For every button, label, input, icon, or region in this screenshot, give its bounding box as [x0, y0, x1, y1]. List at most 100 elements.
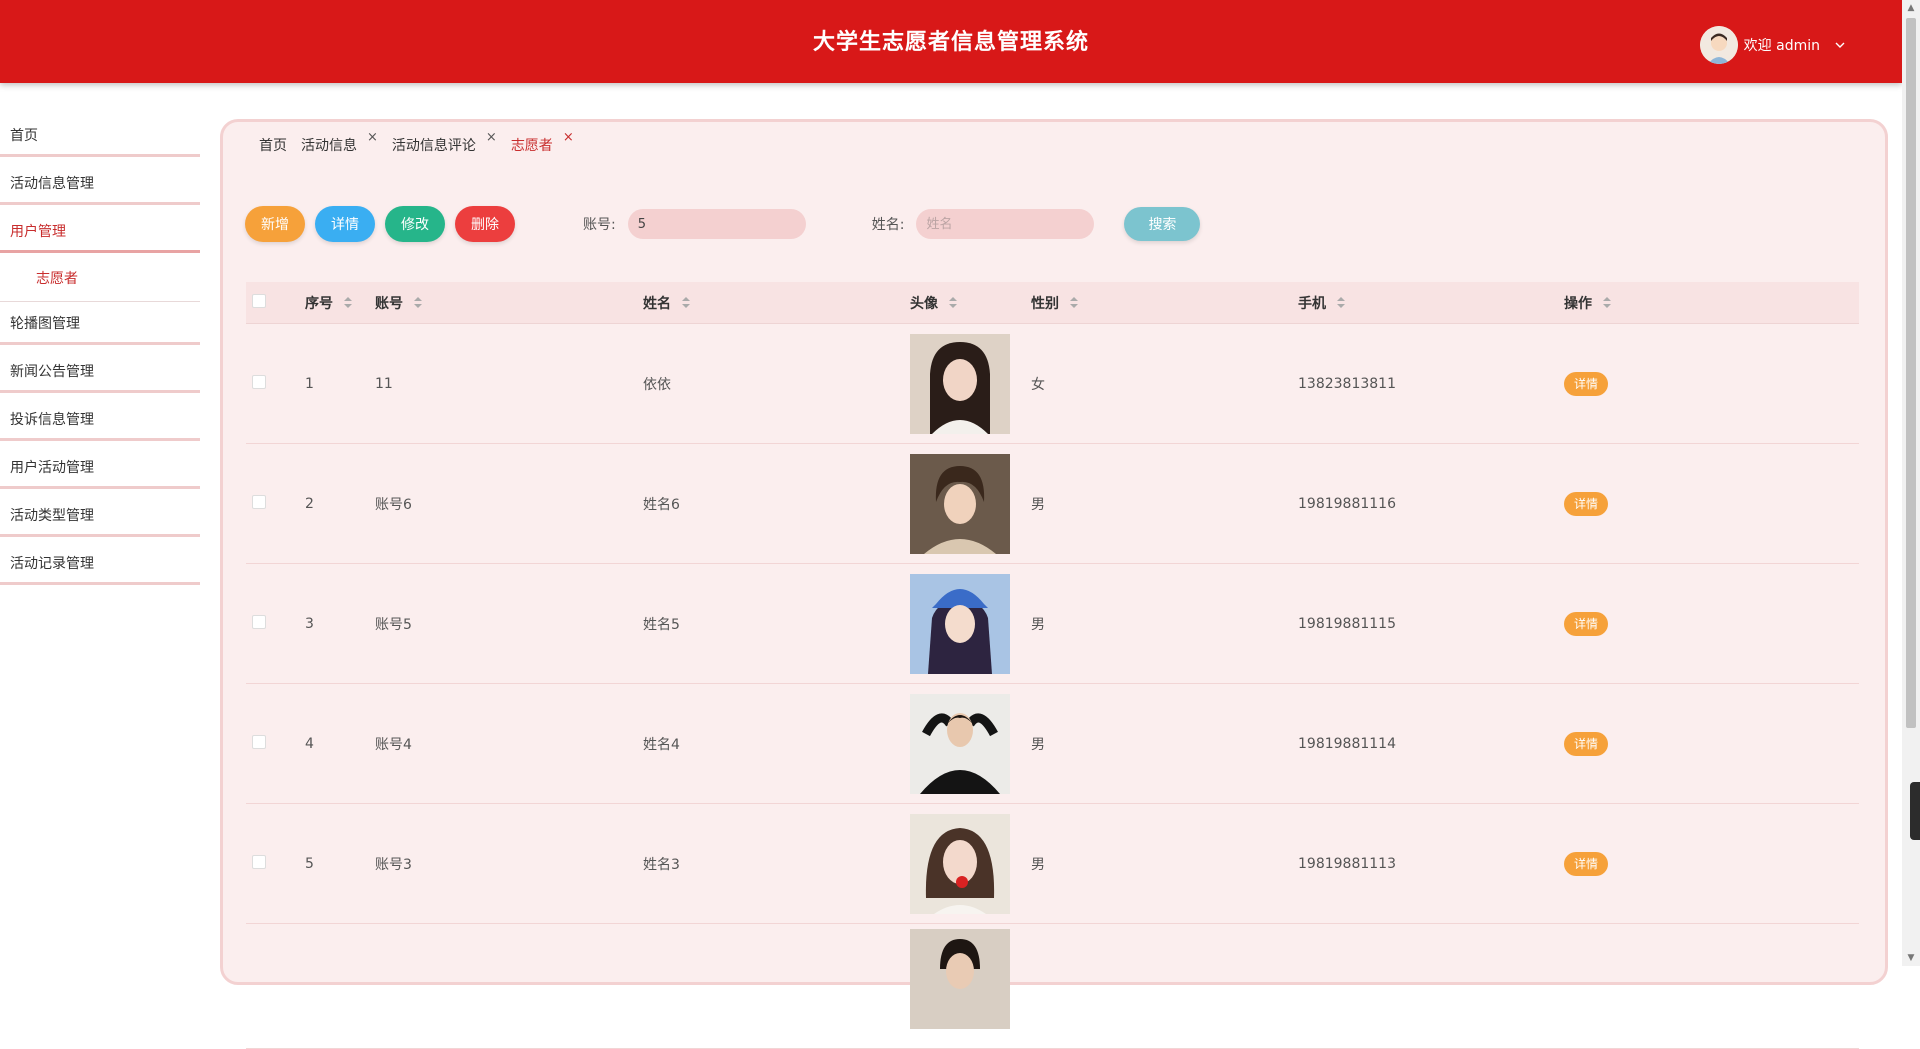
tab-volunteer[interactable]: 志愿者 ×	[510, 130, 574, 156]
cell-gender: 女	[1031, 323, 1298, 444]
row-select[interactable]	[246, 323, 305, 444]
sort-icon[interactable]	[681, 296, 690, 312]
header-label: 序号	[305, 295, 333, 312]
edit-button[interactable]: 修改	[385, 206, 445, 242]
row-detail-button[interactable]: 详情	[1564, 491, 1609, 516]
tab-label: 活动信息	[301, 138, 357, 154]
tab-activity-info[interactable]: 活动信息 ×	[301, 130, 378, 156]
delete-button[interactable]: 删除	[455, 206, 515, 242]
table-row[interactable]: 5 账号3 姓名3 男 19819881113 详情	[246, 803, 1859, 924]
cell-gender	[1031, 923, 1298, 1049]
sidebar-item-activity-info[interactable]: 活动信息管理	[0, 168, 200, 216]
sidebar-subitem-volunteer[interactable]: 志愿者	[0, 264, 200, 308]
row-select[interactable]	[246, 683, 305, 804]
header-label: 性别	[1031, 295, 1059, 312]
scroll-up-icon[interactable]: ▲	[1902, 0, 1920, 16]
header-phone[interactable]: 手机	[1298, 282, 1564, 324]
table-row[interactable]: 3 账号5 姓名5 男 19819881115 详情	[246, 563, 1859, 684]
sort-icon[interactable]	[1602, 296, 1611, 312]
floating-side-widget[interactable]	[1910, 782, 1920, 840]
checkbox[interactable]	[252, 734, 266, 749]
add-button[interactable]: 新增	[245, 206, 305, 242]
row-detail-button[interactable]: 详情	[1564, 851, 1609, 876]
row-detail-button[interactable]: 详情	[1564, 731, 1609, 756]
tab-label: 志愿者	[510, 138, 553, 154]
cell-name: 姓名6	[643, 443, 910, 564]
cell-phone: 19819881115	[1298, 563, 1564, 684]
cell-account	[375, 923, 643, 1049]
sidebar-item-user-management[interactable]: 用户管理	[0, 216, 200, 264]
row-detail-button[interactable]: 详情	[1564, 371, 1609, 396]
checkbox[interactable]	[252, 494, 266, 509]
scrollbar-thumb[interactable]	[1906, 18, 1916, 728]
checkbox[interactable]	[252, 374, 266, 389]
tab-home[interactable]: 首页	[259, 136, 287, 156]
name-label: 姓名:	[871, 217, 905, 233]
row-select[interactable]	[246, 563, 305, 684]
header-label: 手机	[1298, 295, 1326, 312]
sidebar-item-complaints[interactable]: 投诉信息管理	[0, 404, 200, 452]
row-select[interactable]	[246, 923, 305, 1049]
table-row-partial[interactable]	[246, 923, 1859, 1049]
table-row[interactable]: 4 账号4 姓名4 男 19819881114 详情	[246, 683, 1859, 804]
cell-action	[1564, 923, 1859, 1049]
cell-gender: 男	[1031, 443, 1298, 564]
close-icon[interactable]: ×	[486, 130, 497, 145]
table-row[interactable]: 2 账号6 姓名6 男 19819881116 详情	[246, 443, 1859, 564]
checkbox[interactable]	[252, 293, 266, 308]
table-row[interactable]: 1 11 依依 女 13823813811 详情	[246, 323, 1859, 444]
close-icon[interactable]: ×	[563, 130, 574, 145]
header-gender[interactable]: 性别	[1031, 282, 1298, 324]
cell-action: 详情	[1564, 323, 1859, 444]
row-select[interactable]	[246, 803, 305, 924]
cell-account: 11	[375, 323, 643, 444]
sidebar-item-home[interactable]: 首页	[0, 120, 200, 168]
sort-icon[interactable]	[1336, 296, 1345, 312]
cell-avatar	[910, 443, 1031, 564]
sidebar-item-news[interactable]: 新闻公告管理	[0, 356, 200, 404]
sidebar-item-activity-type[interactable]: 活动类型管理	[0, 500, 200, 548]
detail-button[interactable]: 详情	[315, 206, 375, 242]
header-label: 姓名	[643, 295, 671, 312]
header-seq[interactable]: 序号	[305, 282, 375, 324]
cell-action: 详情	[1564, 803, 1859, 924]
cell-phone: 19819881113	[1298, 803, 1564, 924]
header-account[interactable]: 账号	[375, 282, 643, 324]
header-action[interactable]: 操作	[1564, 282, 1859, 324]
checkbox[interactable]	[252, 854, 266, 869]
cell-action: 详情	[1564, 443, 1859, 564]
avatar-photo	[910, 333, 1010, 434]
cell-avatar	[910, 923, 1031, 1049]
avatar-photo	[910, 573, 1010, 674]
row-detail-button[interactable]: 详情	[1564, 611, 1609, 636]
cell-name	[643, 923, 910, 1049]
row-select[interactable]	[246, 443, 305, 564]
header-select-all[interactable]	[246, 282, 305, 324]
system-title: 大学生志愿者信息管理系统	[812, 30, 1089, 55]
cell-gender: 男	[1031, 803, 1298, 924]
close-icon[interactable]: ×	[367, 130, 378, 145]
chevron-down-icon[interactable]	[1834, 39, 1846, 51]
checkbox[interactable]	[252, 614, 266, 629]
sort-icon[interactable]	[413, 296, 422, 312]
sort-icon[interactable]	[343, 296, 352, 312]
name-input[interactable]	[916, 209, 1095, 239]
avatar-photo	[910, 929, 1010, 1029]
header-avatar[interactable]: 头像	[910, 282, 1031, 324]
tab-activity-comments[interactable]: 活动信息评论 ×	[392, 130, 497, 156]
user-menu[interactable]: 欢迎 admin	[1699, 26, 1846, 64]
scroll-down-icon[interactable]: ▼	[1902, 950, 1920, 966]
sidebar-item-activity-record[interactable]: 活动记录管理	[0, 548, 200, 596]
cell-account: 账号3	[375, 803, 643, 924]
sidebar-item-user-activity[interactable]: 用户活动管理	[0, 452, 200, 500]
sort-icon[interactable]	[1069, 296, 1078, 312]
cell-action: 详情	[1564, 683, 1859, 804]
cell-gender: 男	[1031, 683, 1298, 804]
avatar-photo	[910, 453, 1010, 554]
header-name[interactable]: 姓名	[643, 282, 910, 324]
sidebar-item-carousel[interactable]: 轮播图管理	[0, 308, 200, 356]
search-button[interactable]: 搜索	[1124, 207, 1201, 241]
main-panel: 首页 活动信息 × 活动信息评论 × 志愿者 × 新增 详情 修改 删除 账号:…	[220, 119, 1888, 1049]
account-input[interactable]	[627, 209, 806, 239]
sort-icon[interactable]	[948, 296, 957, 312]
